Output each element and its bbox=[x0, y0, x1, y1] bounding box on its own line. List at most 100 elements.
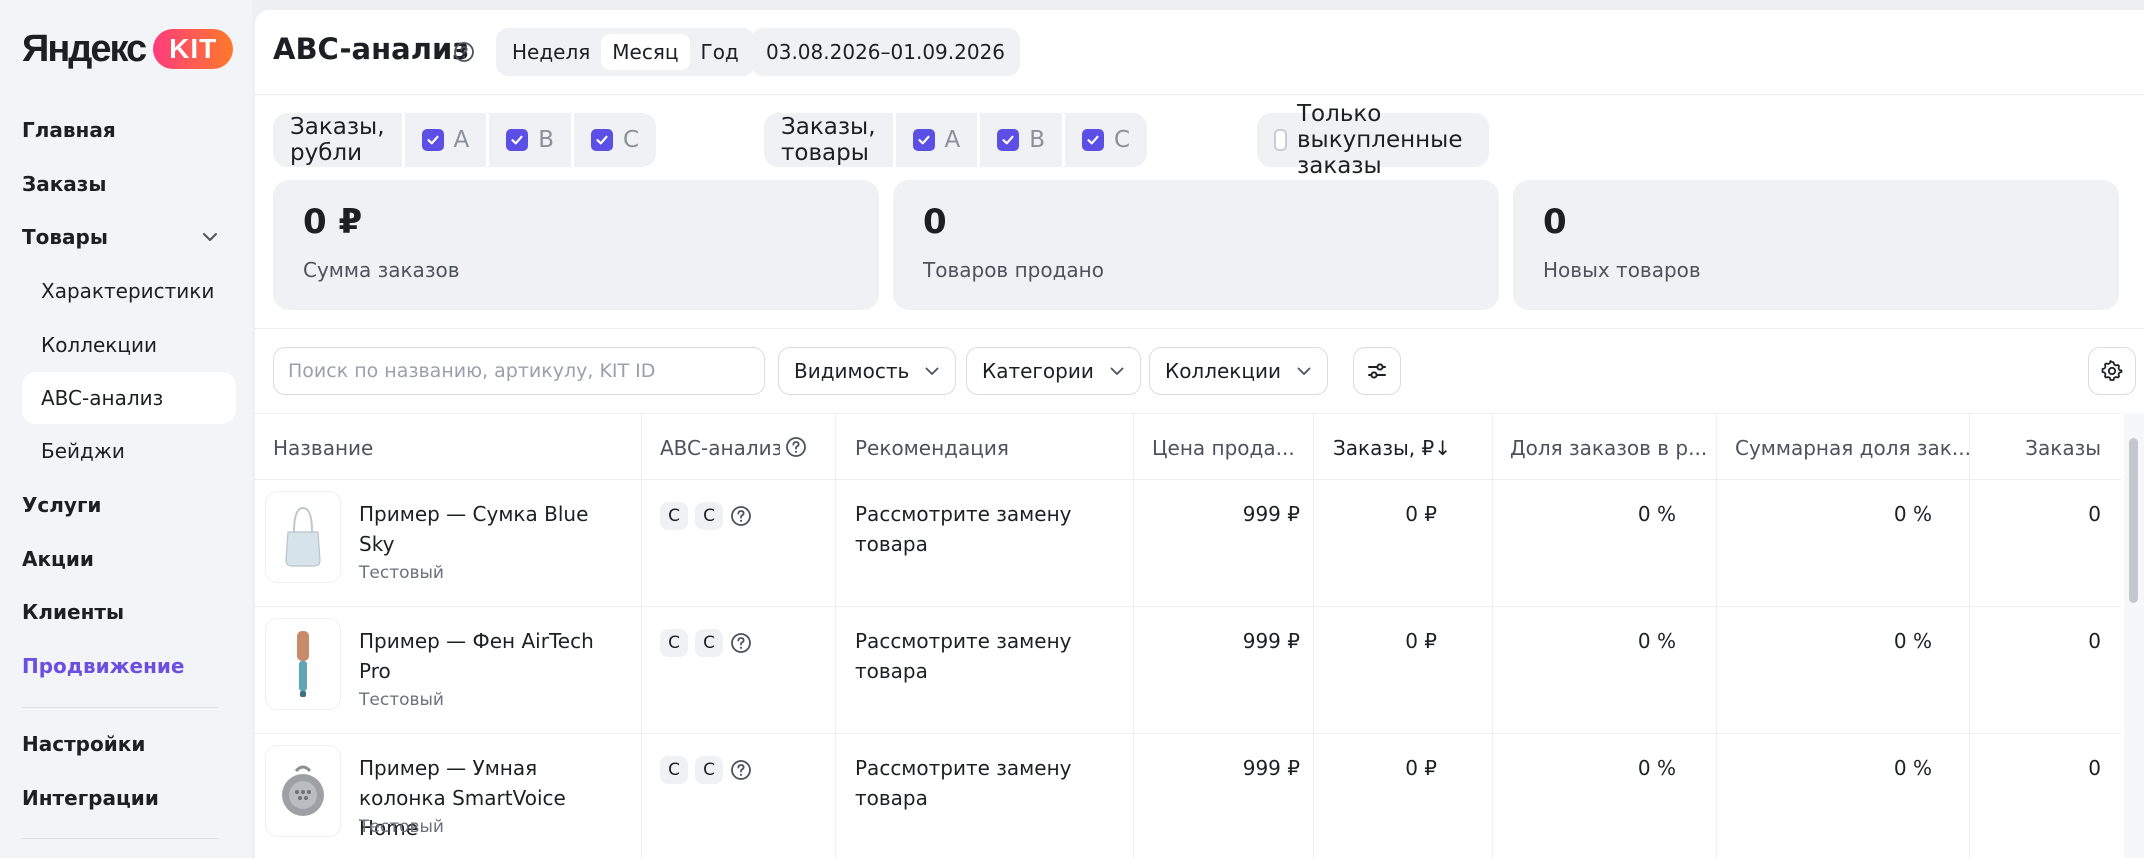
product-thumbnail[interactable] bbox=[265, 745, 341, 837]
cumulative-share-cell: 0 % bbox=[1893, 629, 1932, 653]
stat-card-new-goods: 0 Новых товаров bbox=[1513, 180, 2119, 310]
column-header-cumulative-share[interactable]: Суммарная доля зак... bbox=[1735, 414, 1975, 481]
sidebar-item-products[interactable]: Товары bbox=[22, 217, 108, 257]
help-icon[interactable] bbox=[785, 436, 807, 458]
filter-letter: C bbox=[1114, 127, 1131, 153]
price-cell: 999 ₽ bbox=[1242, 629, 1300, 653]
filter-letter: C bbox=[623, 127, 640, 153]
visibility-dropdown-label: Видимость bbox=[794, 359, 910, 383]
checkbox-checked-icon[interactable] bbox=[506, 129, 529, 151]
filter-rubles-c[interactable]: C bbox=[574, 113, 657, 167]
collections-dropdown[interactable]: Коллекции bbox=[1149, 347, 1328, 395]
period-year[interactable]: Год bbox=[690, 34, 750, 70]
chevron-down-icon bbox=[1110, 367, 1124, 375]
search-input[interactable] bbox=[273, 347, 765, 395]
abc-badge-rubles: C bbox=[660, 756, 688, 784]
period-switcher: Неделя Месяц Год bbox=[496, 28, 755, 76]
stat-label: Товаров продано bbox=[923, 258, 1104, 282]
chevron-down-icon bbox=[925, 367, 939, 375]
stat-value: 0 bbox=[1543, 202, 1567, 242]
checkbox-checked-icon[interactable] bbox=[591, 129, 614, 151]
sidebar-item-settings[interactable]: Настройки bbox=[22, 724, 145, 764]
checkbox-checked-icon[interactable] bbox=[997, 129, 1020, 151]
categories-dropdown-label: Категории bbox=[982, 359, 1094, 383]
sidebar-item-services[interactable]: Услуги bbox=[22, 485, 101, 525]
orders-rub-cell: 0 ₽ bbox=[1405, 502, 1437, 526]
product-name[interactable]: Пример — Фен AirTech Pro bbox=[359, 626, 629, 686]
table-row[interactable]: Пример — Сумка Blue Sky Тестовый C C Рас… bbox=[255, 481, 2121, 607]
period-week[interactable]: Неделя bbox=[501, 34, 601, 70]
product-name[interactable]: Пример — Сумка Blue Sky bbox=[359, 499, 629, 559]
bag-image bbox=[285, 506, 321, 567]
table-settings-button[interactable] bbox=[2088, 347, 2136, 395]
filter-goods-label: Заказы, товары bbox=[764, 113, 893, 167]
recommendation-text: Рассмотрите замену товара bbox=[855, 629, 1072, 683]
logo-badge: KIT bbox=[153, 29, 234, 69]
abc-badges: C C bbox=[660, 629, 752, 657]
abc-badge-rubles: C bbox=[660, 629, 688, 657]
abc-badges: C C bbox=[660, 756, 752, 784]
products-table: Название ABC-анализ Рекомендация Цена пр… bbox=[255, 413, 2121, 858]
filter-rubles-a[interactable]: A bbox=[404, 113, 487, 167]
help-icon[interactable] bbox=[730, 505, 752, 527]
table-row[interactable]: Пример — Фен AirTech Pro Тестовый C C Ра… bbox=[255, 608, 2121, 734]
categories-dropdown[interactable]: Категории bbox=[966, 347, 1141, 395]
column-header-recommendation[interactable]: Рекомендация bbox=[855, 414, 1115, 481]
sidebar-item-clients[interactable]: Клиенты bbox=[22, 592, 124, 632]
page-title: ABC-анализ bbox=[273, 32, 470, 66]
product-tag: Тестовый bbox=[359, 690, 444, 710]
sidebar-divider bbox=[22, 707, 218, 708]
product-tag: Тестовый bbox=[359, 817, 444, 837]
filter-goods-a[interactable]: A bbox=[895, 113, 978, 167]
sidebar-item-orders[interactable]: Заказы bbox=[22, 164, 106, 204]
sidebar-item-badges[interactable]: Бейджи bbox=[22, 425, 236, 477]
filter-bought-only[interactable]: Только выкупленные заказы bbox=[1257, 101, 1489, 179]
logo[interactable]: Яндекс KIT bbox=[22, 26, 234, 72]
help-icon[interactable] bbox=[730, 759, 752, 781]
table-header: Название ABC-анализ Рекомендация Цена пр… bbox=[255, 413, 2121, 480]
filter-bought-only-label: Только выкупленные заказы bbox=[1297, 101, 1463, 179]
chevron-down-icon[interactable] bbox=[200, 227, 220, 247]
filter-goods-b[interactable]: B bbox=[980, 113, 1063, 167]
orders-rub-cell: 0 ₽ bbox=[1405, 629, 1437, 653]
gear-icon bbox=[2101, 360, 2123, 381]
sidebar-item-abc-analysis[interactable]: ABC-анализ bbox=[22, 372, 236, 424]
sidebar-item-collections[interactable]: Коллекции bbox=[22, 319, 236, 371]
sidebar-item-integrations[interactable]: Интеграции bbox=[22, 778, 159, 818]
checkbox-checked-icon[interactable] bbox=[421, 129, 444, 151]
checkbox-unchecked-icon[interactable] bbox=[1274, 129, 1287, 151]
column-header-name[interactable]: Название bbox=[273, 414, 613, 481]
visibility-dropdown[interactable]: Видимость bbox=[778, 347, 957, 395]
filter-rubles-b[interactable]: B bbox=[489, 113, 572, 167]
abc-badge-goods: C bbox=[695, 502, 723, 530]
scrollbar-thumb[interactable] bbox=[2129, 438, 2138, 603]
column-header-orders-rub[interactable]: Заказы, ₽↓ bbox=[1315, 414, 1451, 481]
sidebar-divider bbox=[22, 838, 218, 839]
help-icon[interactable] bbox=[453, 41, 475, 63]
collections-dropdown-label: Коллекции bbox=[1165, 359, 1281, 383]
product-thumbnail[interactable] bbox=[265, 491, 341, 583]
sidebar-item-home[interactable]: Главная bbox=[22, 110, 116, 150]
column-header-price[interactable]: Цена прода... bbox=[1152, 414, 1302, 481]
orders-cell: 0 bbox=[2088, 756, 2101, 780]
sidebar-item-promotions[interactable]: Акции bbox=[22, 539, 94, 579]
sidebar-item-characteristics[interactable]: Характеристики bbox=[22, 265, 236, 317]
column-header-orders[interactable]: Заказы bbox=[1992, 414, 2101, 481]
column-header-abc[interactable]: ABC-анализ bbox=[660, 414, 780, 481]
checkbox-checked-icon[interactable] bbox=[912, 129, 935, 151]
cumulative-share-cell: 0 % bbox=[1893, 502, 1932, 526]
column-header-share[interactable]: Доля заказов в р... bbox=[1510, 414, 1720, 481]
table-row[interactable]: Пример — Умная колонка SmartVoice Home Т… bbox=[255, 735, 2121, 858]
product-thumbnail[interactable] bbox=[265, 618, 341, 710]
abc-badge-rubles: C bbox=[660, 502, 688, 530]
date-range-picker[interactable]: 03.08.2026–01.09.2026 bbox=[751, 28, 1021, 76]
stat-label: Новых товаров bbox=[1543, 258, 1701, 282]
chevron-down-icon bbox=[1297, 367, 1311, 375]
period-month[interactable]: Месяц bbox=[601, 34, 690, 70]
help-icon[interactable] bbox=[730, 632, 752, 654]
sidebar-item-advertising[interactable]: Продвижение bbox=[22, 646, 184, 686]
filter-goods-c[interactable]: C bbox=[1065, 113, 1148, 167]
filter-settings-button[interactable] bbox=[1353, 347, 1401, 395]
logo-text: Яндекс bbox=[22, 27, 147, 70]
checkbox-checked-icon[interactable] bbox=[1082, 129, 1105, 151]
